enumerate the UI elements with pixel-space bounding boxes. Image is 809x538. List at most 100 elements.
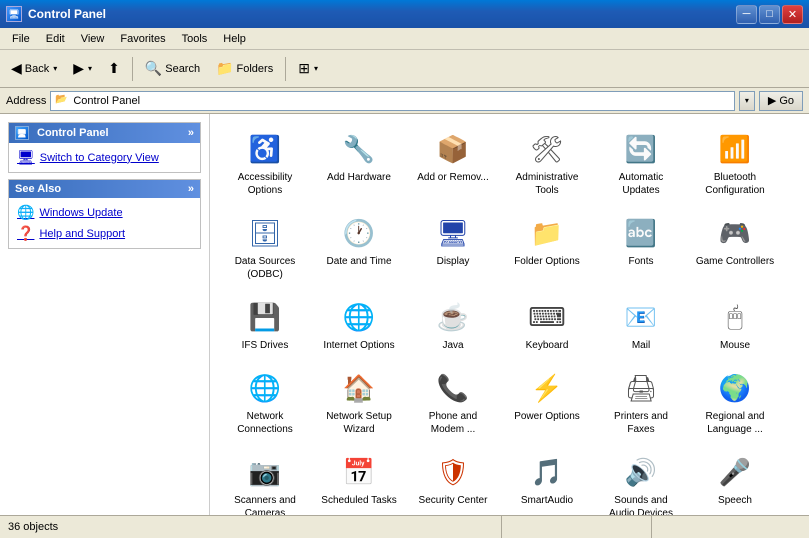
icon-item-mouse[interactable]: 🖱 Mouse xyxy=(690,292,780,359)
icon-item-folder-options[interactable]: 📁 Folder Options xyxy=(502,208,592,288)
status-panel-1 xyxy=(501,516,651,538)
icon-item-add-hardware[interactable]: 🔧Add Hardware xyxy=(314,124,404,204)
go-button[interactable]: ▶ Go xyxy=(759,91,803,111)
icon-item-power-options[interactable]: ⚡Power Options xyxy=(502,363,592,443)
toolbar-separator-2 xyxy=(285,57,286,81)
status-text: 36 objects xyxy=(8,521,501,533)
icon-label-add-remove-programs: Add or Remov... xyxy=(417,171,489,184)
icon-img-network-connections: 🌐 xyxy=(247,370,283,406)
menu-item-file[interactable]: File xyxy=(4,31,38,47)
icon-img-add-hardware: 🔧 xyxy=(341,131,377,167)
icon-img-regional-language: 🌍 xyxy=(717,370,753,406)
close-button[interactable]: ✕ xyxy=(782,5,803,24)
address-dropdown[interactable]: ▾ xyxy=(739,91,755,111)
view-button[interactable]: ⊞ ▾ xyxy=(291,54,325,84)
icon-img-administrative-tools: 🛠 xyxy=(529,131,565,167)
icon-item-network-connections[interactable]: 🌐Network Connections xyxy=(220,363,310,443)
menu-item-edit[interactable]: Edit xyxy=(38,31,73,47)
icon-item-smartaudio[interactable]: 🎵SmartAudio xyxy=(502,447,592,515)
icon-label-bluetooth-configuration: Bluetooth Configuration xyxy=(695,171,775,197)
icon-item-regional-language[interactable]: 🌍Regional and Language ... xyxy=(690,363,780,443)
maximize-button[interactable]: □ xyxy=(759,5,780,24)
forward-icon: ▶ xyxy=(73,60,84,77)
icon-label-sounds-and-audio: Sounds and Audio Devices xyxy=(601,494,681,515)
icon-img-fonts: 🔤 xyxy=(623,215,659,251)
icon-label-folder-options: Folder Options xyxy=(514,255,580,268)
icon-item-data-sources[interactable]: 🗄Data Sources (ODBC) xyxy=(220,208,310,288)
forward-button[interactable]: ▶ ▾ xyxy=(66,54,99,84)
forward-arrow: ▾ xyxy=(88,64,92,73)
icon-item-java[interactable]: ☕Java xyxy=(408,292,498,359)
icon-label-security-center: Security Center xyxy=(419,494,488,507)
icon-img-mouse: 🖱 xyxy=(717,299,753,335)
sidebar-section-control-panel-section: 🖥Control Panel» 🖥Switch to Category View xyxy=(8,122,201,173)
icon-label-java: Java xyxy=(442,339,463,352)
icon-item-accessibility-options[interactable]: ♿Accessibility Options xyxy=(220,124,310,204)
icon-img-mail: 📧 xyxy=(623,299,659,335)
icon-label-network-setup-wizard: Network Setup Wizard xyxy=(319,410,399,436)
icon-item-scanners-and-cameras[interactable]: 📷Scanners and Cameras xyxy=(220,447,310,515)
sidebar-header-see-also-section[interactable]: See Also» xyxy=(9,180,200,198)
icon-label-scanners-and-cameras: Scanners and Cameras xyxy=(225,494,305,515)
icon-item-phone-and-modem[interactable]: 📞Phone and Modem ... xyxy=(408,363,498,443)
icon-item-bluetooth-configuration[interactable]: 📶 Bluetooth Configuration xyxy=(690,124,780,204)
icon-item-keyboard[interactable]: ⌨Keyboard xyxy=(502,292,592,359)
minimize-button[interactable]: ─ xyxy=(736,5,757,24)
address-label: Address xyxy=(6,95,46,107)
icon-img-power-options: ⚡ xyxy=(529,370,565,406)
sidebar-section-see-also-section: See Also» 🌐 Windows Update ❓Help and Suppor… xyxy=(8,179,201,249)
icon-item-administrative-tools[interactable]: 🛠Administrative Tools xyxy=(502,124,592,204)
folders-icon: 📁 xyxy=(216,60,233,77)
icon-label-scheduled-tasks: Scheduled Tasks xyxy=(321,494,396,507)
back-button[interactable]: ◀ Back ▾ xyxy=(4,54,64,84)
icon-img-network-setup-wizard: 🏠 xyxy=(341,370,377,406)
icon-item-add-remove-programs[interactable]: 📦Add or Remov... xyxy=(408,124,498,204)
icon-item-ifs-drives[interactable]: 💾IFS Drives xyxy=(220,292,310,359)
icon-item-date-and-time[interactable]: 🕐Date and Time xyxy=(314,208,404,288)
folders-button[interactable]: 📁 Folders xyxy=(209,54,280,84)
icon-item-network-setup-wizard[interactable]: 🏠 Network Setup Wizard xyxy=(314,363,404,443)
icon-img-accessibility-options: ♿ xyxy=(247,131,283,167)
icon-item-sounds-and-audio[interactable]: 🔊Sounds and Audio Devices xyxy=(596,447,686,515)
sidebar-title-text-see-also-section: See Also xyxy=(15,183,61,195)
status-right xyxy=(501,516,801,538)
sidebar-header-title-control-panel-section: 🖥Control Panel xyxy=(15,126,109,140)
sidebar-link-switch-category[interactable]: 🖥Switch to Category View xyxy=(17,149,192,166)
address-input-wrap: 📂 xyxy=(50,91,734,111)
icon-item-automatic-updates[interactable]: 🔄Automatic Updates xyxy=(596,124,686,204)
sidebar: 🖥Control Panel»🖥Switch to Category ViewS… xyxy=(0,114,210,515)
back-arrow: ▾ xyxy=(53,64,57,73)
icon-item-speech[interactable]: 🎤Speech xyxy=(690,447,780,515)
sidebar-header-control-panel-section[interactable]: 🖥Control Panel» xyxy=(9,123,200,143)
icon-item-security-center[interactable]: 🛡Security Center xyxy=(408,447,498,515)
sidebar-body-control-panel-section: 🖥Switch to Category View xyxy=(9,143,200,172)
sidebar-link-label-switch-category: Switch to Category View xyxy=(40,152,159,164)
sidebar-link-windows-update[interactable]: 🌐 Windows Update xyxy=(17,204,192,221)
menu-item-tools[interactable]: Tools xyxy=(174,31,216,47)
icon-img-data-sources: 🗄 xyxy=(247,215,283,251)
icon-item-scheduled-tasks[interactable]: 📅Scheduled Tasks xyxy=(314,447,404,515)
address-input[interactable] xyxy=(73,95,729,107)
icon-item-fonts[interactable]: 🔤Fonts xyxy=(596,208,686,288)
up-button[interactable]: ⬆ xyxy=(101,54,127,84)
sidebar-link-icon-windows-update: 🌐 xyxy=(17,204,34,221)
menu-item-view[interactable]: View xyxy=(73,31,113,47)
icon-img-internet-options: 🌐 xyxy=(341,299,377,335)
folders-label: Folders xyxy=(237,63,274,75)
menu-item-help[interactable]: Help xyxy=(215,31,254,47)
icon-item-display[interactable]: 🖥Display xyxy=(408,208,498,288)
icon-img-date-and-time: 🕐 xyxy=(341,215,377,251)
icon-item-internet-options[interactable]: 🌐Internet Options xyxy=(314,292,404,359)
icon-item-printers-and-faxes[interactable]: 🖨Printers and Faxes xyxy=(596,363,686,443)
icons-area: ♿Accessibility Options🔧Add Hardware📦Add … xyxy=(210,114,809,515)
icon-img-folder-options: 📁 xyxy=(529,215,565,251)
sidebar-link-help-support[interactable]: ❓Help and Support xyxy=(17,225,192,242)
icon-item-game-controllers[interactable]: 🎮Game Controllers xyxy=(690,208,780,288)
icon-img-bluetooth-configuration: 📶 xyxy=(717,131,753,167)
menu-item-favorites[interactable]: Favorites xyxy=(112,31,173,47)
icon-label-mouse: Mouse xyxy=(720,339,750,352)
icon-item-mail[interactable]: 📧Mail xyxy=(596,292,686,359)
sidebar-link-label-windows-update: Windows Update xyxy=(39,207,122,219)
search-button[interactable]: 🔍 Search xyxy=(138,54,207,84)
icon-img-automatic-updates: 🔄 xyxy=(623,131,659,167)
